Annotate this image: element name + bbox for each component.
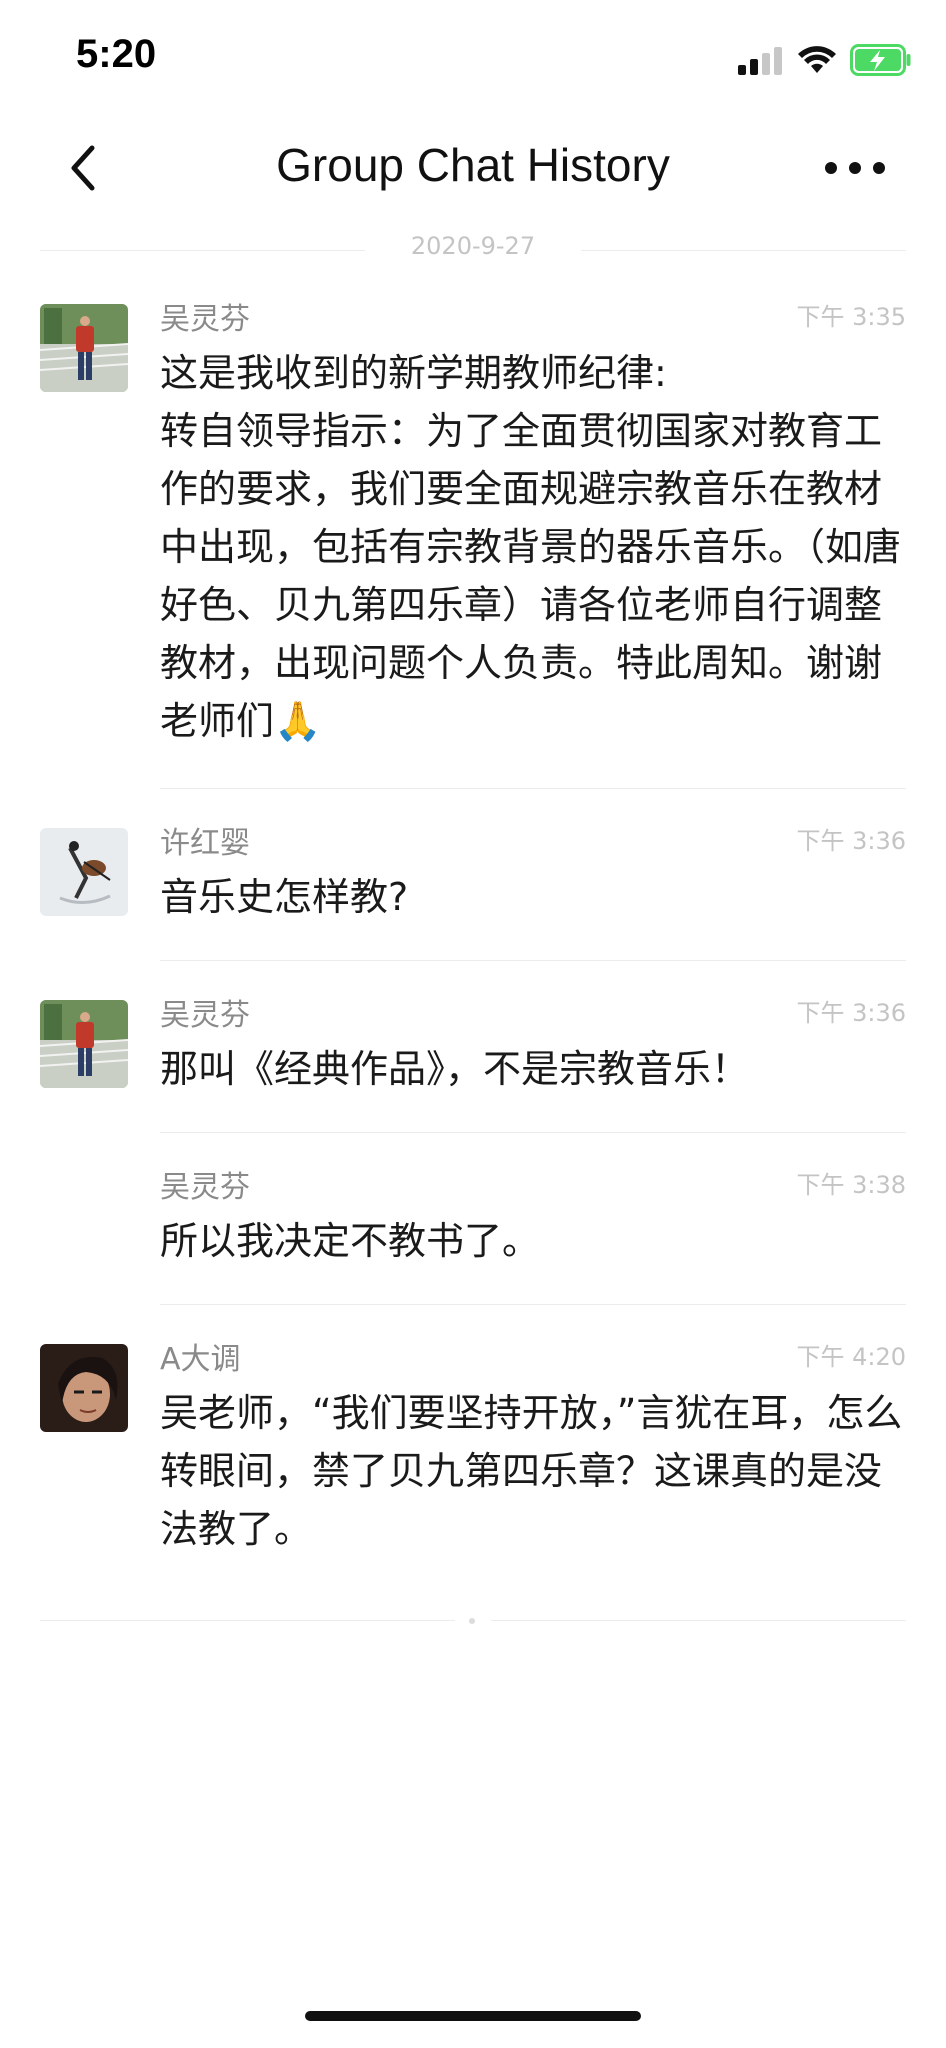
date-separator: 2020-9-27 bbox=[40, 232, 906, 268]
navigation-bar: Group Chat History bbox=[0, 120, 946, 216]
sender-name[interactable]: 吴灵芬 bbox=[160, 300, 906, 340]
status-time: 5:20 bbox=[76, 32, 157, 76]
divider bbox=[581, 250, 906, 251]
message-time: 下午 3:38 bbox=[796, 1171, 906, 1199]
avatar-photo bbox=[40, 1344, 128, 1432]
message-time: 下午 3:35 bbox=[796, 303, 906, 331]
message-text: 音乐史怎样教? bbox=[160, 875, 409, 919]
message-divider bbox=[160, 788, 906, 789]
divider bbox=[40, 1620, 455, 1621]
message-time: 下午 3:36 bbox=[796, 827, 906, 855]
avatar-photo bbox=[40, 828, 128, 916]
chat-history-screen: 5:20 Group Chat History 2020-9-27 吴灵芬 下午… bbox=[0, 0, 946, 2048]
wifi-icon bbox=[798, 46, 836, 73]
avatar-photo bbox=[40, 304, 128, 392]
chat-message[interactable]: A大调 下午 4:20 吴老师，“我们要坚持开放，”言犹在耳，怎么转眼间，禁了贝… bbox=[0, 1340, 946, 1600]
separator-dot bbox=[469, 1618, 475, 1624]
message-time: 下午 4:20 bbox=[796, 1343, 906, 1371]
message-divider bbox=[160, 1304, 906, 1305]
chat-message[interactable]: 吴灵芬 下午 3:36 那叫《经典作品》，不是宗教音乐！ bbox=[0, 996, 946, 1136]
sender-name[interactable]: 吴灵芬 bbox=[160, 1168, 906, 1208]
message-body: A大调 下午 4:20 吴老师，“我们要坚持开放，”言犹在耳，怎么转眼间，禁了贝… bbox=[160, 1340, 906, 1558]
avatar[interactable] bbox=[40, 828, 128, 916]
message-text: 这是我收到的新学期教师纪律: 转自领导指示：为了全面贯彻国家对教育工作的要求，我… bbox=[160, 351, 902, 743]
chat-message[interactable]: 许红婴 下午 3:36 音乐史怎样教? bbox=[0, 824, 946, 964]
page-title: Group Chat History bbox=[276, 139, 670, 191]
message-time: 下午 3:36 bbox=[796, 999, 906, 1027]
status-icons bbox=[738, 40, 912, 80]
message-divider bbox=[160, 960, 906, 961]
avatar[interactable] bbox=[40, 304, 128, 392]
sender-name[interactable]: 吴灵芬 bbox=[160, 996, 906, 1036]
chat-message[interactable]: 吴灵芬 下午 3:35 这是我收到的新学期教师纪律: 转自领导指示：为了全面贯彻… bbox=[0, 300, 946, 790]
battery-charging-icon bbox=[850, 44, 911, 76]
sender-name[interactable]: A大调 bbox=[160, 1340, 906, 1380]
message-text: 所以我决定不教书了。 bbox=[160, 1219, 541, 1263]
message-text: 那叫《经典作品》，不是宗教音乐！ bbox=[160, 1047, 750, 1091]
message-text: 吴老师，“我们要坚持开放，”言犹在耳，怎么转眼间，禁了贝九第四乐章？这课真的是没… bbox=[160, 1391, 903, 1551]
sender-name[interactable]: 许红婴 bbox=[160, 824, 906, 864]
message-divider bbox=[160, 1132, 906, 1133]
home-indicator[interactable] bbox=[305, 2011, 641, 2021]
avatar-photo bbox=[40, 1000, 128, 1088]
status-bar: 5:20 bbox=[0, 0, 946, 120]
divider bbox=[491, 1620, 906, 1621]
more-options-button[interactable] bbox=[820, 138, 890, 198]
end-of-history-separator bbox=[40, 1616, 906, 1626]
avatar[interactable] bbox=[40, 1000, 128, 1088]
cellular-signal-icon bbox=[738, 47, 782, 75]
message-body: 吴灵芬 下午 3:38 所以我决定不教书了。 bbox=[160, 1168, 906, 1270]
message-body: 许红婴 下午 3:36 音乐史怎样教? bbox=[160, 824, 906, 926]
avatar[interactable] bbox=[40, 1344, 128, 1432]
ellipsis-icon bbox=[825, 162, 885, 174]
chat-message[interactable]: 吴灵芬 下午 3:38 所以我决定不教书了。 bbox=[0, 1168, 946, 1308]
date-label: 2020-9-27 bbox=[410, 232, 536, 260]
message-body: 吴灵芬 下午 3:36 那叫《经典作品》，不是宗教音乐！ bbox=[160, 996, 906, 1098]
message-body: 吴灵芬 下午 3:35 这是我收到的新学期教师纪律: 转自领导指示：为了全面贯彻… bbox=[160, 300, 906, 750]
